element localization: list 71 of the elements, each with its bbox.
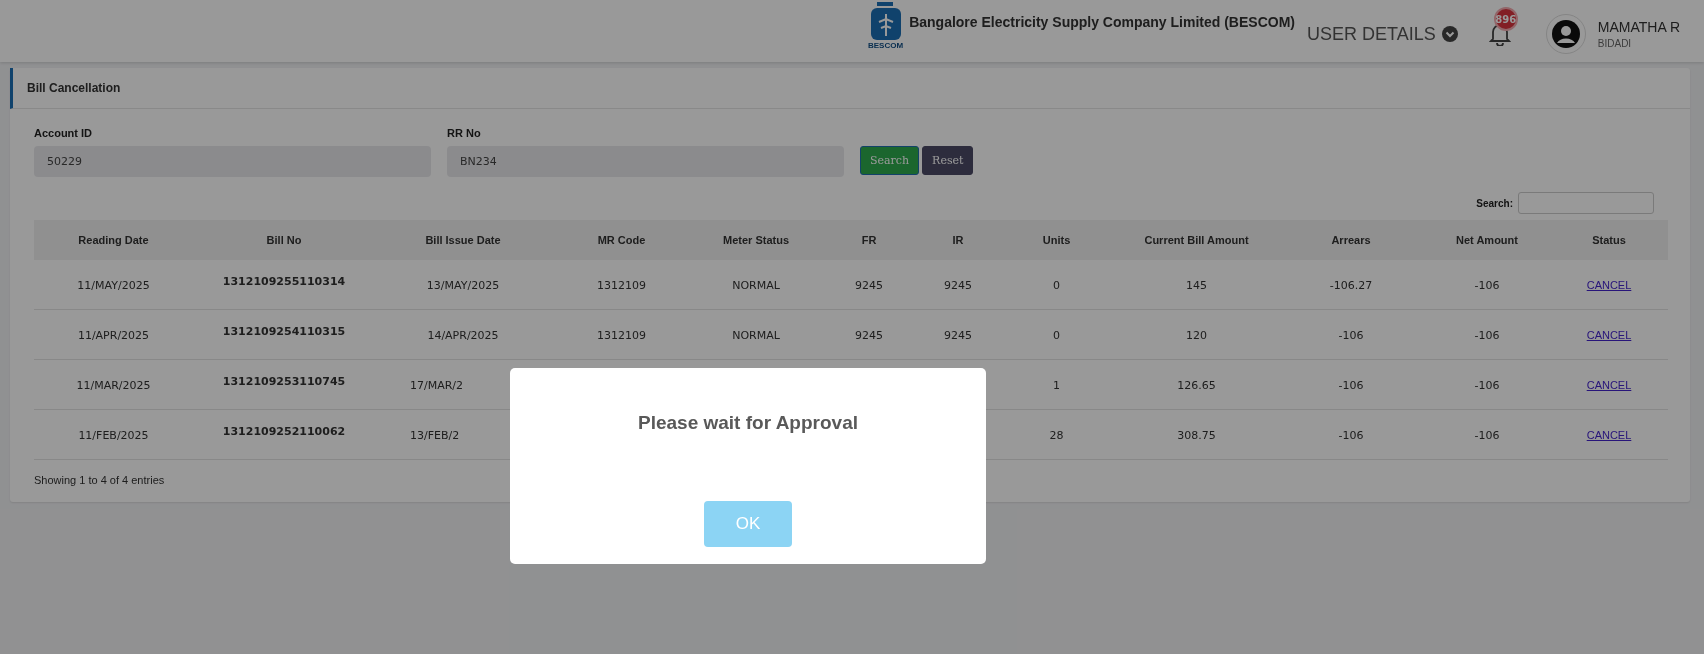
input-field[interactable]: BN234 [447, 146, 844, 177]
search-field[interactable] [1518, 192, 1654, 214]
table-cell: 0 [1053, 278, 1060, 292]
table-cell: -106 [1474, 278, 1500, 292]
table-cell: 9245 [944, 328, 972, 342]
table-cell: 0 [1053, 328, 1060, 342]
column-header: IR [918, 220, 998, 260]
table-cell: 308.75 [1177, 428, 1216, 442]
table-cell: 126.65 [1177, 378, 1216, 392]
table-cell: 11/MAR/2025 [76, 378, 151, 392]
chevron-down-icon [1441, 26, 1458, 42]
search-button[interactable]: Search [860, 146, 920, 175]
table-cell: 1312109252110062 [222, 424, 346, 438]
column-header: Net Amount [1424, 220, 1550, 260]
logo-caption: BESCOM [868, 41, 904, 50]
table-cell: -106.27 [1329, 278, 1373, 292]
table-cell: 1312109254110315 [222, 324, 346, 338]
avatar-icon[interactable] [1545, 14, 1586, 54]
table-cell: -106 [1338, 428, 1364, 442]
table-cell: 1312109 [597, 328, 646, 342]
table-cell: -106 [1474, 378, 1500, 392]
column-header: Units [998, 220, 1115, 260]
table-cell: 14/APR/2025 [427, 328, 499, 342]
table-cell: 13/MAY/2025 [426, 278, 500, 292]
cancel-link[interactable]: CANCEL [1586, 278, 1632, 291]
search-label: Search: [1476, 197, 1513, 209]
table-cell: -106 [1474, 328, 1500, 342]
column-header: FR [820, 220, 918, 260]
column-header: Bill Issue Date [375, 220, 551, 260]
table-cell: 9245 [855, 278, 883, 292]
table-cell: 145 [1186, 278, 1207, 292]
user-details-menu[interactable]: USER DETAILS [1307, 23, 1458, 45]
column-header: Bill No [193, 220, 375, 260]
column-header: Status [1550, 220, 1668, 260]
table-cell: 9245 [855, 328, 883, 342]
dialog-message: Please wait for Approval [638, 412, 858, 434]
reset-button[interactable]: Reset [922, 146, 974, 175]
notification-badge: 896 [1493, 7, 1518, 31]
column-header: Current Bill Amount [1115, 220, 1278, 260]
table-cell: 11/APR/2025 [77, 328, 150, 342]
company-name: Bangalore Electricity Supply Company Limited (BESCOM) [909, 14, 1295, 30]
table-cell: -106 [1338, 378, 1364, 392]
user-location: BIDADI [1597, 38, 1633, 49]
table-cell: 1312109253110745 [222, 374, 346, 388]
table-cell: 1 [1053, 378, 1060, 392]
column-header: Arrears [1278, 220, 1424, 260]
user-name: MAMATHA R [1597, 19, 1680, 35]
cancel-link[interactable]: CANCEL [1586, 428, 1632, 441]
table-cell: 11/MAY/2025 [77, 278, 150, 292]
table-cell: 120 [1186, 328, 1207, 342]
table-cell: 28 [1049, 428, 1064, 442]
panel-title: Bill Cancellation [27, 81, 121, 95]
table-cell: -106 [1338, 328, 1364, 342]
table-cell: NORMAL [732, 328, 780, 342]
table-cell: 9245 [944, 278, 972, 292]
column-header: Reading Date [34, 220, 193, 260]
table-cell: NORMAL [732, 278, 780, 292]
table-cell: -106 [1474, 428, 1500, 442]
table-cell-text: 13/FEB/2 [409, 428, 461, 442]
table-cell-text: 17/MAR/2 [409, 378, 465, 392]
column-header: MR Code [551, 220, 692, 260]
table-cell: 1312109255110314 [222, 274, 346, 288]
cancel-link[interactable]: CANCEL [1586, 328, 1632, 341]
entries-info: Showing 1 to 4 of 4 entries [34, 474, 166, 486]
input-field[interactable]: 50229 [34, 146, 431, 177]
table-cell: 1312109 [597, 278, 646, 292]
cancel-link[interactable]: CANCEL [1586, 378, 1632, 391]
table-cell: 11/FEB/2025 [78, 428, 149, 442]
column-header: Meter Status [692, 220, 820, 260]
field-label: RR No [447, 127, 482, 139]
field-label: Account ID [34, 127, 94, 139]
